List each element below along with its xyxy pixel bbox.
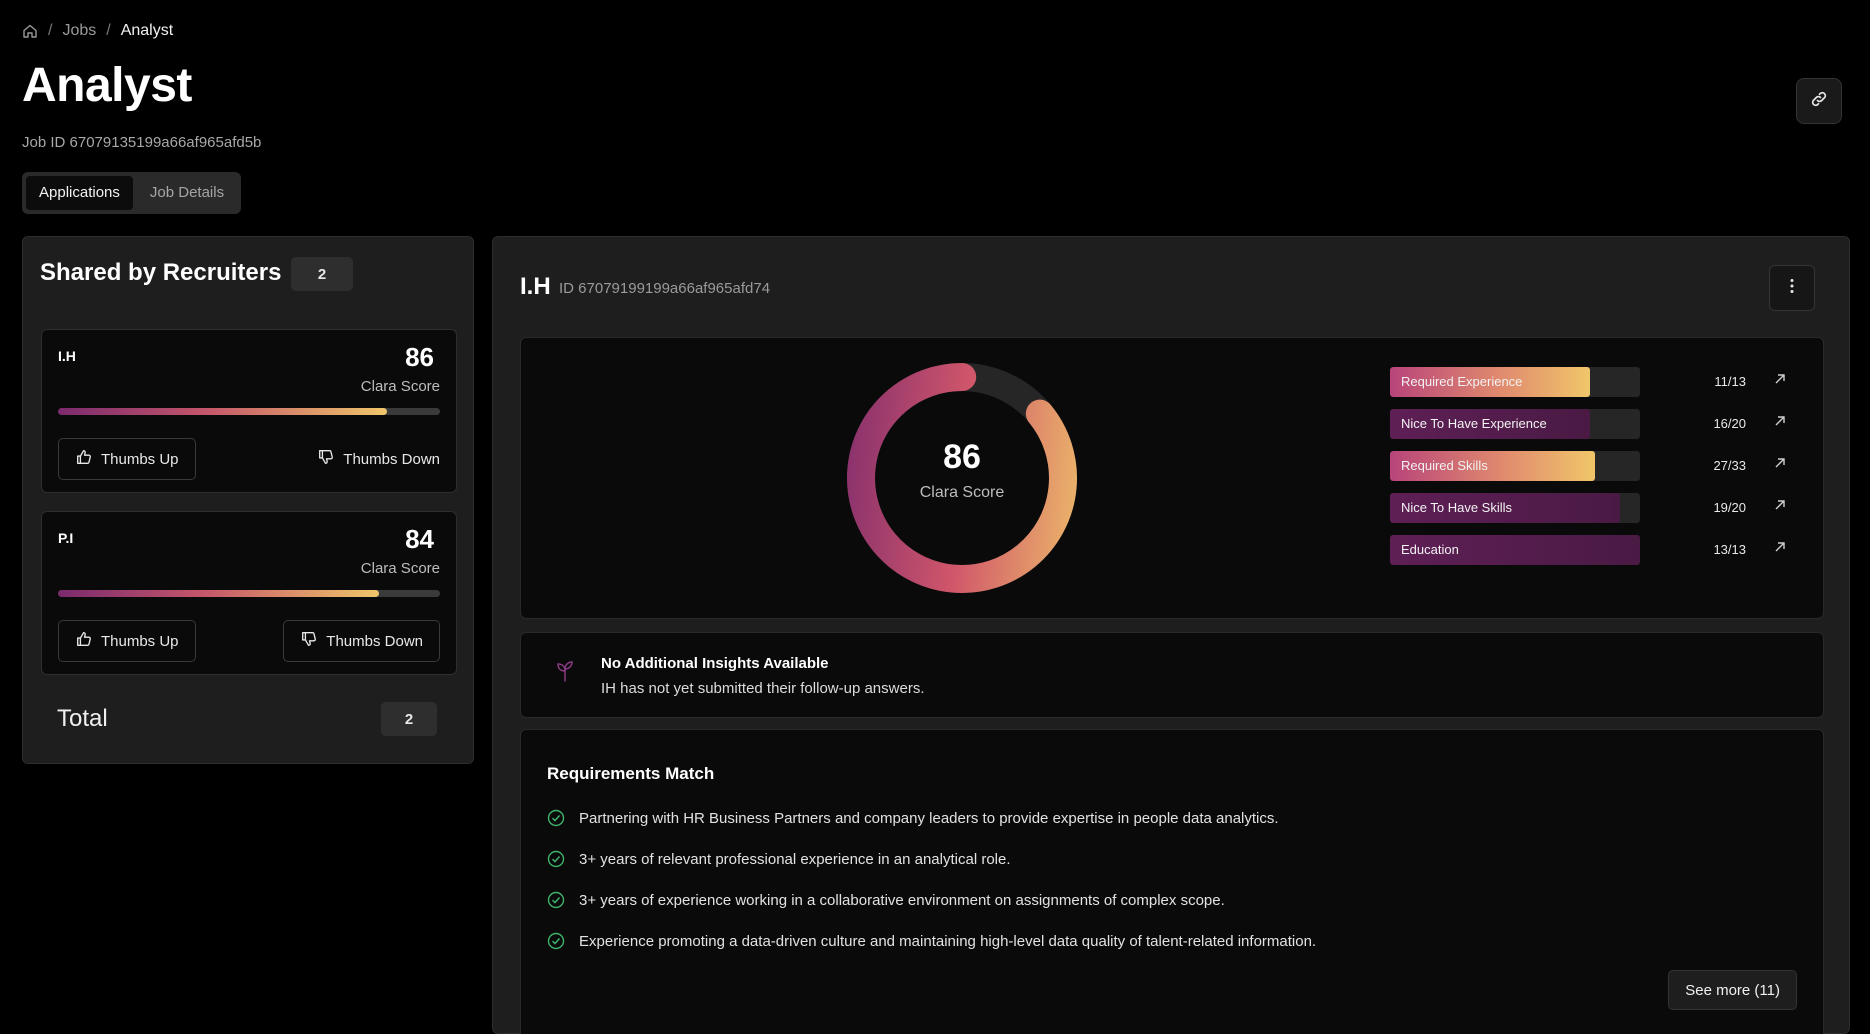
thumbs-down-button[interactable]: Thumbs Down xyxy=(283,620,440,662)
thumbs-down-icon xyxy=(317,448,335,470)
score-progress-bar xyxy=(58,408,440,415)
metric-required-skills: Required Skills 27/33 xyxy=(1390,451,1800,481)
breadcrumb-separator: / xyxy=(48,22,53,39)
candidate-id: ID 67079199199a66af965afd74 xyxy=(559,280,771,297)
metric-value: 13/13 xyxy=(1713,542,1746,557)
insights-title: No Additional Insights Available xyxy=(601,655,829,672)
requirements-title: Requirements Match xyxy=(547,764,715,783)
arrow-up-right-icon[interactable] xyxy=(1772,497,1788,513)
score-label: Clara Score xyxy=(360,560,440,577)
arrow-up-right-icon[interactable] xyxy=(1772,413,1788,429)
thumbs-down-icon xyxy=(300,630,318,652)
metric-value: 16/20 xyxy=(1713,416,1746,431)
donut-arc xyxy=(847,363,1077,593)
arrow-up-right-icon[interactable] xyxy=(1772,371,1788,387)
insights-text: IH has not yet submitted their follow-up… xyxy=(601,680,925,697)
requirement-text: Partnering with HR Business Partners and… xyxy=(579,809,1279,827)
total-label: Total xyxy=(57,705,108,732)
thumbs-up-icon xyxy=(75,448,93,470)
requirement-text: 3+ years of experience working in a coll… xyxy=(579,891,1225,909)
breadcrumb-current: Analyst xyxy=(120,22,174,39)
metric-label: Nice To Have Experience xyxy=(1401,416,1547,431)
score-section: 86 Clara Score Required Experience 11/13… xyxy=(520,337,1824,619)
requirement-text: 3+ years of relevant professional experi… xyxy=(579,850,1011,868)
candidate-detail-panel: I.H ID 67079199199a66af965afd74 86 Clara… xyxy=(492,236,1850,1034)
clara-score-label: Clara Score xyxy=(919,484,1005,501)
job-id: Job ID 67079135199a66af965afd5b xyxy=(22,134,262,151)
candidate-card[interactable]: P.I 84 Clara Score Thumbs Up Thumbs Down xyxy=(41,511,457,675)
requirements-match-card: Requirements Match Partnering with HR Bu… xyxy=(520,729,1824,1034)
clara-score-value: 86 xyxy=(943,438,981,476)
shared-by-recruiters-panel: Shared by Recruiters 2 I.H 86 Clara Scor… xyxy=(22,236,474,764)
breadcrumb: / Jobs / Analyst xyxy=(22,22,173,40)
requirement-item: 3+ years of experience working in a coll… xyxy=(547,891,1225,909)
requirement-text: Experience promoting a data-driven cultu… xyxy=(579,932,1317,950)
thumbs-down-label: Thumbs Down xyxy=(343,450,440,468)
thumbs-down-label: Thumbs Down xyxy=(326,632,423,650)
count-badge: 2 xyxy=(291,257,353,291)
metric-label: Required Skills xyxy=(1401,458,1488,473)
metric-nice-to-have-experience: Nice To Have Experience 16/20 xyxy=(1390,409,1800,439)
score-progress-fill xyxy=(58,590,379,597)
thumbs-down-button[interactable]: Thumbs Down xyxy=(301,438,456,480)
tab-job-details[interactable]: Job Details xyxy=(137,176,237,210)
candidate-card[interactable]: I.H 86 Clara Score Thumbs Up Thumbs Down xyxy=(41,329,457,493)
check-circle-icon xyxy=(547,932,565,950)
candidate-name: P.I xyxy=(58,530,74,546)
thumbs-up-label: Thumbs Up xyxy=(101,632,179,650)
candidate-name: I.H xyxy=(520,273,551,300)
requirement-item: 3+ years of relevant professional experi… xyxy=(547,850,1011,868)
arrow-up-right-icon[interactable] xyxy=(1772,455,1788,471)
total-badge: 2 xyxy=(381,702,437,736)
metric-label: Nice To Have Skills xyxy=(1401,500,1513,515)
breadcrumb-separator: / xyxy=(106,22,111,39)
requirement-item: Experience promoting a data-driven cultu… xyxy=(547,932,1316,950)
copy-link-button[interactable] xyxy=(1796,78,1842,124)
arrow-up-right-icon[interactable] xyxy=(1772,539,1788,555)
metric-nice-to-have-skills: Nice To Have Skills 19/20 xyxy=(1390,493,1800,523)
metric-required-experience: Required Experience 11/13 xyxy=(1390,367,1800,397)
score-progress-bar xyxy=(58,590,440,597)
page-title: Analyst xyxy=(22,59,192,112)
metric-label: Required Experience xyxy=(1401,374,1523,389)
insights-card: No Additional Insights Available IH has … xyxy=(520,632,1824,718)
metric-value: 19/20 xyxy=(1713,500,1746,515)
candidate-name: I.H xyxy=(58,348,76,364)
check-circle-icon xyxy=(547,891,565,909)
sprout-icon xyxy=(557,661,573,682)
thumbs-up-button[interactable]: Thumbs Up xyxy=(58,438,196,480)
metric-education: Education 13/13 xyxy=(1390,535,1800,565)
candidate-score: 86 xyxy=(405,342,434,372)
requirement-item: Partnering with HR Business Partners and… xyxy=(547,809,1279,827)
metric-label: Education xyxy=(1401,542,1459,557)
score-progress-fill xyxy=(58,408,387,415)
candidate-score: 84 xyxy=(405,524,434,554)
see-more-button[interactable]: See more (11) xyxy=(1668,970,1797,1010)
breadcrumb-jobs-link[interactable]: Jobs xyxy=(62,22,96,40)
panel-title: Shared by Recruiters xyxy=(40,259,282,286)
check-circle-icon xyxy=(547,809,565,827)
more-options-button[interactable] xyxy=(1769,265,1815,311)
link-icon xyxy=(1809,89,1829,114)
metric-value: 11/13 xyxy=(1714,374,1746,389)
tab-applications[interactable]: Applications xyxy=(26,176,133,210)
thumbs-up-icon xyxy=(75,630,93,652)
home-icon[interactable] xyxy=(22,23,38,39)
clara-score-donut xyxy=(847,363,1077,593)
more-vertical-icon xyxy=(1782,276,1802,301)
thumbs-up-label: Thumbs Up xyxy=(101,450,179,468)
tab-bar: Applications Job Details xyxy=(22,172,242,214)
check-circle-icon xyxy=(547,850,565,868)
score-label: Clara Score xyxy=(360,378,440,395)
thumbs-up-button[interactable]: Thumbs Up xyxy=(58,620,196,662)
metric-value: 27/33 xyxy=(1713,458,1746,473)
